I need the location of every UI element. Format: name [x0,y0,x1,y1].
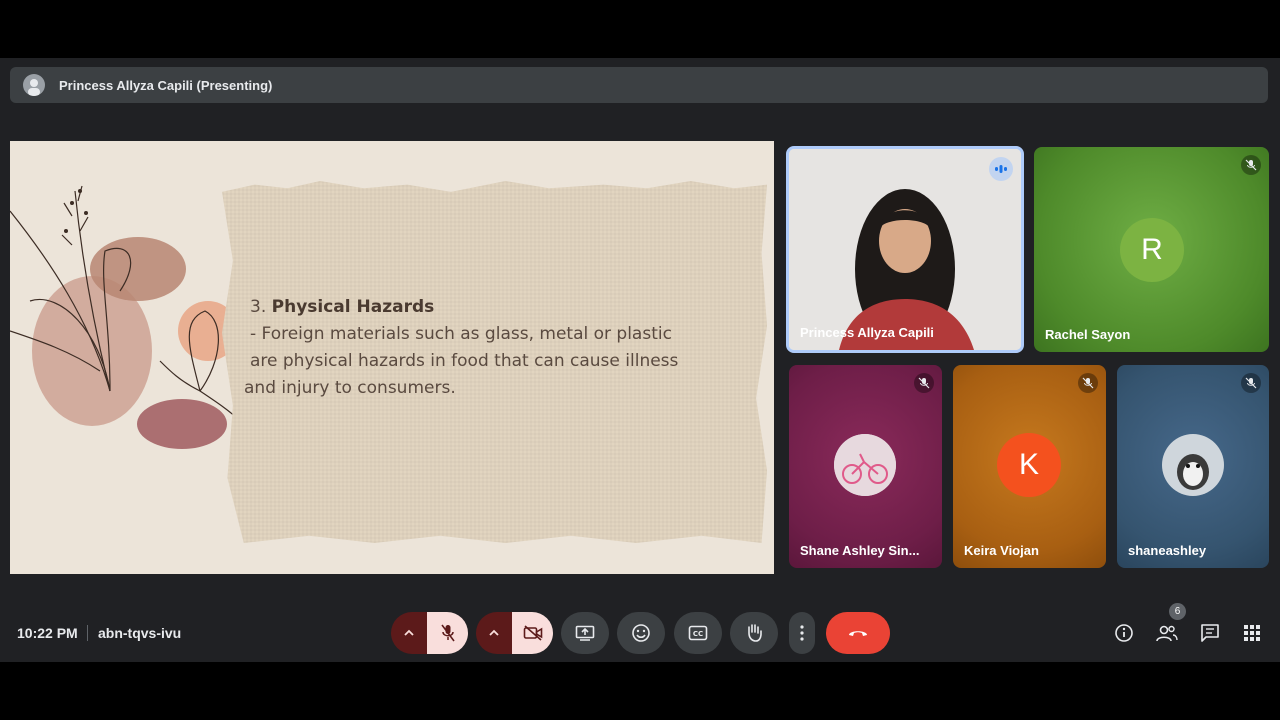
presenter-bar: Princess Allyza Capili (Presenting) [10,67,1268,103]
meeting-code: abn-tqvs-ivu [98,625,182,641]
emoji-icon [632,624,650,642]
participant-count-badge: 6 [1169,603,1186,620]
chevron-up-icon [489,629,499,636]
mic-toggle-button[interactable] [427,612,468,654]
mic-off-icon [1078,373,1098,393]
more-icon [800,625,804,641]
video-options-button[interactable] [476,612,512,654]
shared-slide: 3. Physical Hazards - Foreign materials … [10,141,774,574]
meeting-details-button[interactable] [1111,620,1137,646]
slide-content: 3. Physical Hazards - Foreign materials … [244,294,750,402]
participant-name: Princess Allyza Capili [800,325,934,340]
more-options-button[interactable] [789,612,815,654]
divider [87,625,88,641]
participant-name: shaneashley [1128,543,1207,558]
slide-heading: Physical Hazards [271,297,435,317]
mic-off-icon [914,373,934,393]
leave-call-button[interactable] [826,612,890,654]
participant-tile-princess[interactable]: Princess Allyza Capili [786,146,1024,353]
activities-button[interactable] [1239,620,1265,646]
camera-toggle-button[interactable] [512,612,553,654]
raise-hand-icon [748,624,762,642]
participant-tile-shaneashley[interactable]: shaneashley [1117,365,1269,568]
emoji-button[interactable] [617,612,665,654]
slide-body-line: - Foreign materials such as glass, metal… [250,324,672,344]
mic-off-icon [440,624,455,642]
presenter-title: Princess Allyza Capili (Presenting) [59,77,273,93]
avatar: K [997,433,1061,497]
captions-button[interactable]: CC [674,612,722,654]
activities-icon [1244,625,1260,641]
avatar [834,434,896,496]
chat-button[interactable] [1197,620,1223,646]
chat-icon [1201,624,1219,642]
people-icon [1156,625,1178,642]
participant-tile-keira[interactable]: K Keira Viojan [953,365,1106,568]
slide-body-line: and injury to consumers. [244,378,456,398]
avatar [1162,434,1224,496]
slide-body-line: are physical hazards in food that can ca… [250,351,679,371]
participant-video [789,149,1021,350]
present-button[interactable] [561,612,609,654]
participant-name: Rachel Sayon [1045,327,1131,342]
chevron-up-icon [404,629,414,636]
svg-text:CC: CC [693,630,703,638]
info-icon [1115,624,1133,642]
speaking-indicator [989,157,1013,181]
participant-tile-rachel[interactable]: R Rachel Sayon [1034,147,1269,352]
present-icon [575,625,595,641]
raise-hand-button[interactable] [730,612,778,654]
slide-number: 3. [250,297,267,317]
participant-tile-shane[interactable]: Shane Ashley Sin... [789,365,942,568]
mic-off-icon [1241,373,1261,393]
floral-decoration [10,185,241,449]
clock: 10:22 PM [17,625,78,641]
people-button[interactable] [1154,620,1180,646]
mic-off-icon [1241,155,1261,175]
hangup-icon [849,631,867,636]
presenter-avatar [23,74,45,96]
participant-name: Keira Viojan [964,543,1039,558]
participant-name: Shane Ashley Sin... [800,543,920,558]
camera-off-icon [523,625,542,641]
avatar: R [1120,218,1184,282]
captions-icon: CC [688,625,708,641]
audio-options-button[interactable] [391,612,427,654]
